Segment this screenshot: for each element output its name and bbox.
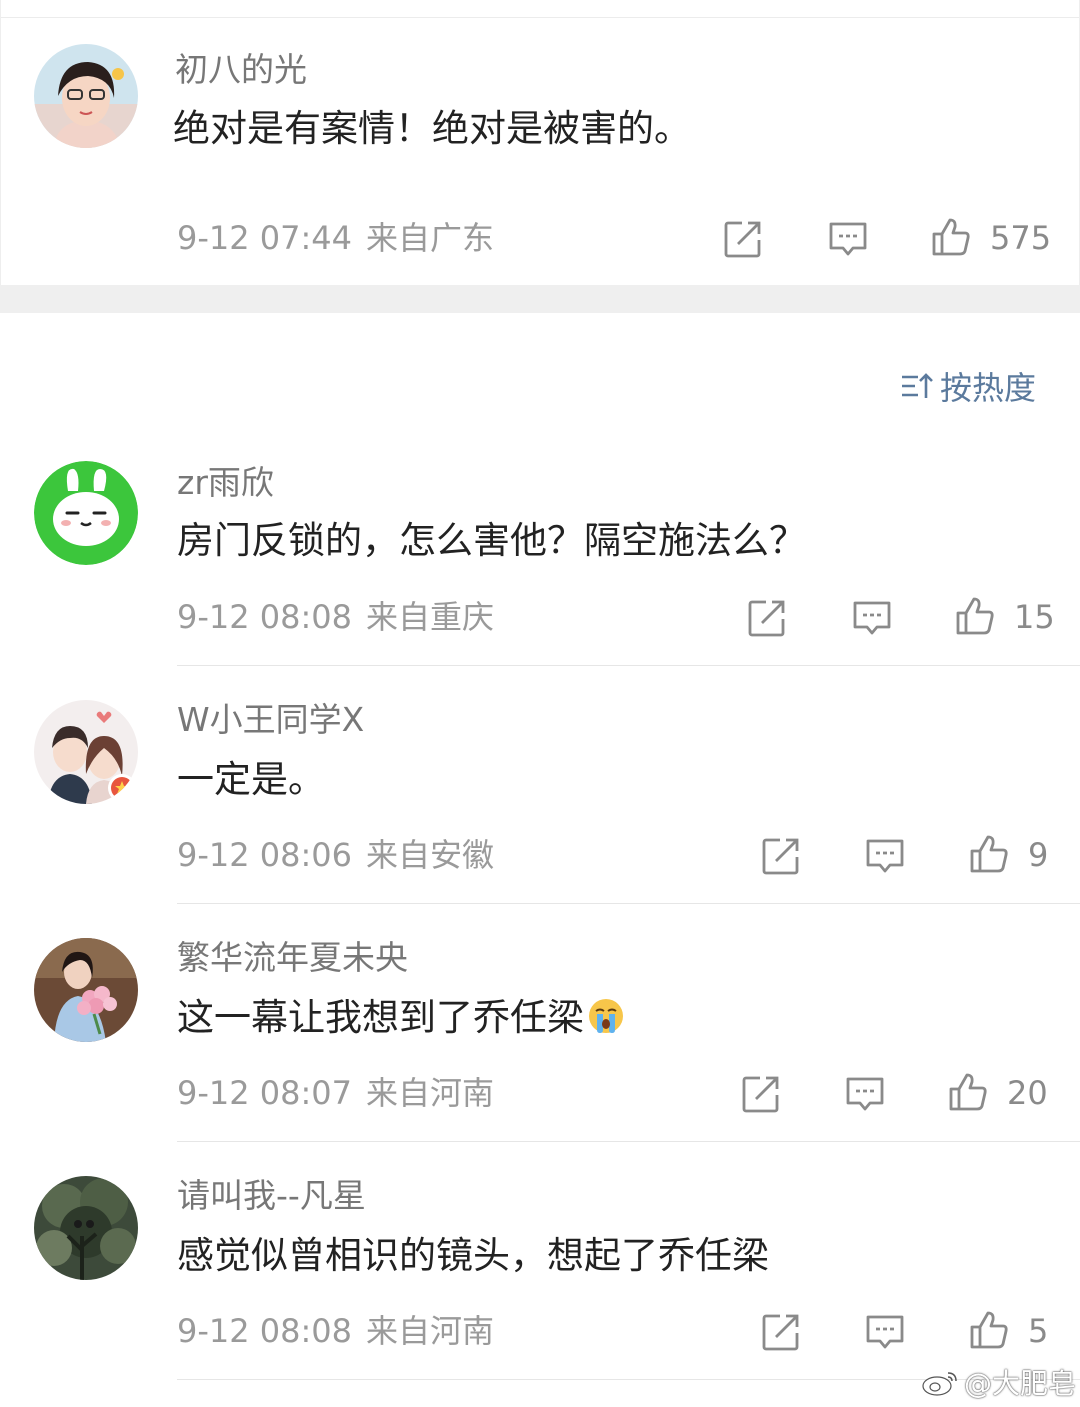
like-count: 9 [1028, 836, 1049, 874]
comment-text: 一定是。 [177, 758, 325, 801]
comment-meta: 9-12 08:08 来自重庆 [177, 597, 494, 637]
sort-icon [902, 373, 933, 398]
watermark-text: @大肥皂 [964, 1367, 1077, 1400]
comment-meta: 9-12 08:08 来自河南 [177, 1311, 494, 1351]
comment-text: 感觉似曾相识的镜头，想起了乔任梁 [177, 1234, 769, 1277]
location: 来自重庆 [366, 598, 495, 636]
comment-meta: 9-12 07:44 来自广东 [177, 218, 494, 258]
share-icon[interactable] [722, 218, 764, 260]
share-icon[interactable] [760, 1311, 802, 1353]
username[interactable]: 繁华流年夏未央 [177, 938, 408, 978]
comment-icon[interactable] [864, 835, 906, 877]
like-count: 575 [990, 219, 1052, 257]
sort-by-hot-button[interactable]: 按热度 [900, 366, 1037, 407]
like-count: 15 [1014, 598, 1055, 636]
like-icon[interactable] [947, 1071, 989, 1113]
weibo-logo-icon [922, 1372, 957, 1396]
like-icon[interactable] [968, 1309, 1010, 1351]
share-icon[interactable] [740, 1073, 782, 1115]
comment-avatar[interactable] [34, 700, 138, 804]
like-icon[interactable] [954, 595, 996, 637]
comment-meta: 9-12 08:06 来自安徽 [177, 835, 494, 875]
top-post-avatar[interactable] [34, 44, 138, 148]
comment-icon[interactable] [864, 1311, 906, 1353]
share-icon[interactable] [746, 597, 788, 639]
comment-avatar[interactable] [34, 938, 138, 1042]
location: 来自河南 [366, 1074, 495, 1112]
timestamp: 9-12 08:07 [177, 1074, 353, 1112]
comment-divider [177, 1141, 1080, 1142]
location: 来自安徽 [366, 836, 495, 874]
username[interactable]: 请叫我--凡星 [177, 1176, 366, 1216]
username[interactable]: zr雨欣 [177, 463, 274, 503]
location: 来自广东 [366, 219, 495, 257]
section-gap [0, 285, 1080, 313]
like-icon[interactable] [930, 216, 972, 258]
comment-divider [177, 665, 1080, 666]
username[interactable]: 初八的光 [175, 50, 307, 90]
location: 来自河南 [366, 1312, 495, 1350]
comment-icon[interactable] [851, 597, 893, 639]
comment-text: 房门反锁的，怎么害他？隔空施法么？ [177, 519, 806, 562]
comment-divider [177, 903, 1080, 904]
share-icon[interactable] [760, 835, 802, 877]
username[interactable]: W小王同学X [177, 700, 364, 740]
comment-text-content: 这一幕让我想到了乔任梁 [177, 996, 584, 1039]
comment-avatar[interactable] [34, 461, 138, 565]
comment-icon[interactable] [827, 218, 869, 260]
crying-face-icon [589, 999, 623, 1033]
timestamp: 9-12 08:06 [177, 836, 353, 874]
comment-avatar[interactable] [34, 1176, 138, 1280]
comment-text: 绝对是有案情！绝对是被害的。 [173, 107, 691, 150]
comment-icon[interactable] [844, 1073, 886, 1115]
timestamp: 9-12 08:08 [177, 1312, 353, 1350]
like-count: 5 [1028, 1312, 1049, 1350]
sort-label: 按热度 [940, 369, 1037, 407]
comment-text: 这一幕让我想到了乔任梁 [177, 995, 626, 1041]
timestamp: 9-12 08:08 [177, 598, 353, 636]
watermark: @大肥皂 [920, 1364, 1076, 1400]
like-count: 20 [1007, 1074, 1048, 1112]
like-icon[interactable] [968, 833, 1010, 875]
timestamp: 9-12 07:44 [177, 219, 353, 257]
comment-meta: 9-12 08:07 来自河南 [177, 1073, 494, 1113]
